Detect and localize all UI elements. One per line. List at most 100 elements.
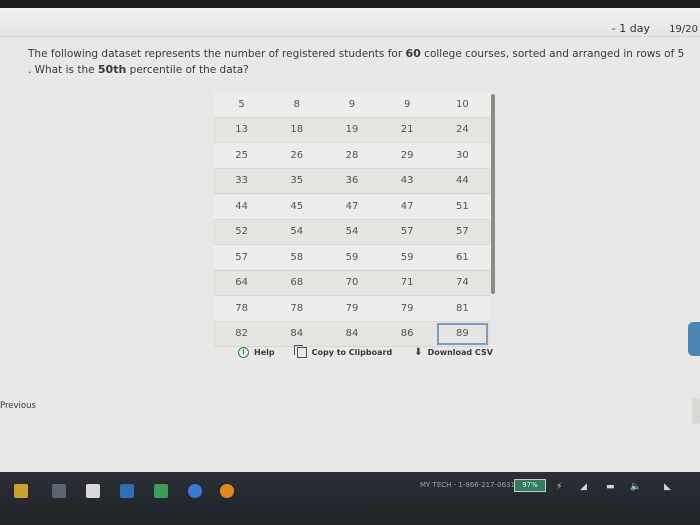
assignment-status-strip: - 1 day 19/20 — [0, 8, 700, 37]
table-cell: 81 — [434, 295, 490, 322]
taskbar-browser-icon[interactable] — [188, 484, 202, 498]
copy-label: Copy to Clipboard — [311, 348, 393, 357]
table-cell: 44 — [214, 193, 270, 220]
table-row: 44 45 47 47 51 — [214, 193, 490, 220]
due-indicator: - 1 day — [611, 22, 650, 35]
taskbar-chrome-icon[interactable] — [220, 484, 234, 498]
table-cell: 21 — [379, 117, 435, 143]
table-cell: 30 — [434, 142, 490, 169]
help-label: Help — [254, 348, 275, 357]
score-indicator: 19/20 — [669, 24, 698, 35]
table-cell: 84 — [324, 321, 380, 347]
question-part3: . What is the — [28, 64, 98, 76]
bolt-icon: ⚡ — [556, 482, 563, 492]
table-row: 25 26 28 29 30 — [214, 142, 490, 169]
dataset-table: 5 8 9 9 10 13 18 19 21 24 25 26 28 29 30 — [214, 92, 490, 347]
table-cell: 25 — [214, 142, 270, 169]
table-cell: 43 — [379, 168, 435, 194]
copy-to-clipboard-button[interactable]: Copy to Clipboard — [293, 345, 393, 358]
battery-indicator: 97% — [514, 479, 546, 492]
table-cell: 57 — [214, 244, 270, 271]
table-cell: 61 — [434, 244, 490, 271]
table-row: 13 18 19 21 24 — [214, 117, 490, 143]
table-cell: 82 — [214, 321, 270, 347]
dataset-table-container[interactable]: 5 8 9 9 10 13 18 19 21 24 25 26 28 29 30 — [214, 92, 497, 347]
table-cell: 47 — [379, 193, 435, 220]
table-cell: 44 — [434, 168, 490, 194]
table-cell: 19 — [324, 117, 380, 143]
table-cell: 59 — [379, 244, 435, 271]
question-part4: percentile of the data? — [126, 64, 249, 76]
taskbar-start-icon[interactable] — [14, 484, 28, 498]
network-icon: ◣ — [664, 482, 671, 492]
table-cell: 5 — [214, 92, 270, 118]
table-actions: i Help Copy to Clipboard ⬇ Download CSV — [238, 345, 493, 358]
table-cell: 45 — [269, 193, 325, 220]
table-cell: 47 — [324, 193, 380, 220]
question-text: The following dataset represents the num… — [28, 46, 693, 78]
download-label: Download CSV — [427, 348, 493, 357]
table-cell: 28 — [324, 142, 380, 169]
table-cell: 78 — [269, 295, 325, 322]
table-cell: 68 — [269, 270, 325, 296]
table-cell: 59 — [324, 244, 380, 271]
table-cell: 51 — [434, 193, 490, 220]
table-cell: 70 — [324, 270, 380, 296]
support-phone: MY TECH - 1-866-217-0631 — [420, 481, 515, 489]
question-part1: The following dataset represents the num… — [28, 48, 406, 60]
table-row: 82 84 84 86 89 — [214, 321, 490, 347]
table-cell: 79 — [324, 295, 380, 322]
download-icon: ⬇ — [414, 347, 423, 358]
table-row: 33 35 36 43 44 — [214, 168, 490, 194]
volume-icon: 🔈 — [630, 482, 642, 492]
table-cell: 10 — [434, 92, 490, 118]
wifi-icon: ◢ — [580, 482, 587, 492]
table-row: 78 78 79 79 81 — [214, 295, 490, 322]
table-cell: 29 — [379, 142, 435, 169]
taskbar-excel-icon[interactable] — [154, 484, 168, 498]
download-csv-button[interactable]: ⬇ Download CSV — [414, 347, 493, 358]
table-cell: 57 — [379, 219, 435, 245]
table-cell: 9 — [324, 92, 380, 118]
table-row: 64 68 70 71 74 — [214, 270, 490, 296]
table-cell: 9 — [379, 92, 435, 118]
question-percentile: 50th — [97, 63, 127, 76]
table-cell-selected[interactable]: 89 — [434, 321, 490, 347]
table-cell: 71 — [379, 270, 435, 296]
table-cell: 64 — [214, 270, 270, 296]
top-black-bar — [0, 0, 700, 8]
taskbar-mail-icon[interactable] — [86, 484, 100, 498]
table-cell: 8 — [269, 92, 325, 118]
table-row: 52 54 54 57 57 — [214, 219, 490, 245]
taskbar-window-icon[interactable] — [120, 484, 134, 498]
table-row: 5 8 9 9 10 — [214, 92, 490, 118]
table-cell: 35 — [269, 168, 325, 194]
table-cell: 54 — [269, 219, 325, 245]
table-scrollbar[interactable] — [491, 94, 495, 294]
table-cell: 84 — [269, 321, 325, 347]
table-cell: 18 — [269, 117, 325, 143]
table-cell: 78 — [214, 295, 270, 322]
os-taskbar: MY TECH - 1-866-217-0631 97% ⚡ ◢ ▬ 🔈 ◣ — [0, 472, 700, 525]
taskbar-app-icon[interactable] — [52, 484, 66, 498]
table-cell: 86 — [379, 321, 435, 347]
table-row: 57 58 59 59 61 — [214, 244, 490, 271]
table-cell: 74 — [434, 270, 490, 296]
table-cell: 13 — [214, 117, 270, 143]
table-cell: 36 — [324, 168, 380, 194]
question-count: 60 — [405, 47, 421, 60]
table-cell: 52 — [214, 219, 270, 245]
previous-button[interactable]: Previous — [0, 401, 36, 411]
table-cell: 58 — [269, 244, 325, 271]
table-cell: 26 — [269, 142, 325, 169]
table-cell: 79 — [379, 295, 435, 322]
table-cell: 33 — [214, 168, 270, 194]
table-cell: 57 — [434, 219, 490, 245]
page-scroll-handle[interactable] — [692, 398, 700, 424]
clipboard-icon — [293, 345, 307, 358]
tray-icon: ▬ — [606, 482, 615, 492]
help-button[interactable]: i Help — [238, 347, 275, 358]
side-panel-tab[interactable] — [688, 322, 700, 356]
table-cell: 54 — [324, 219, 380, 245]
table-cell: 24 — [434, 117, 490, 143]
